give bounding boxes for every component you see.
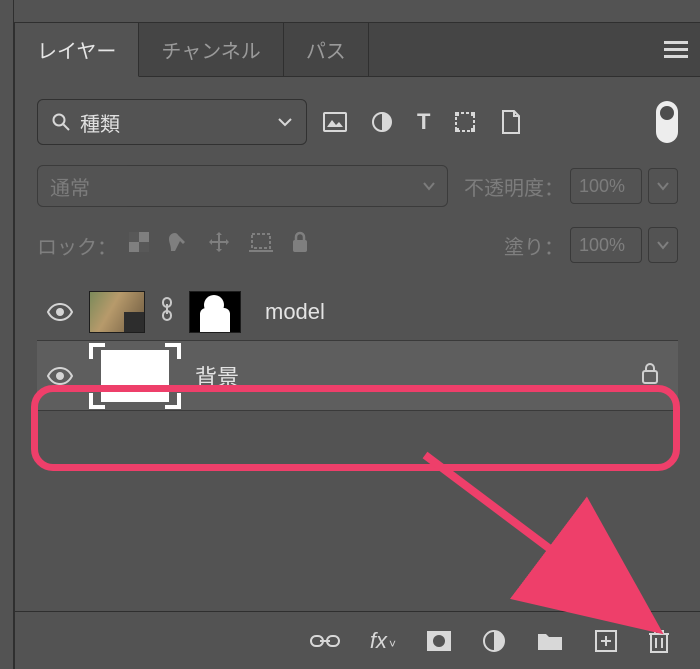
visibility-toggle[interactable] [45,303,75,321]
lock-transparent-icon[interactable] [129,232,149,258]
blend-mode-value: 通常 [50,172,90,201]
chevron-down-icon [278,117,292,127]
search-icon [52,113,70,131]
lock-label: ロック： [37,231,117,260]
new-group-button[interactable] [536,630,564,652]
layer-locked-icon[interactable] [640,361,660,391]
layer-mask-link-icon[interactable] [159,297,175,327]
lock-row: ロック： 塗り： 100% [37,227,678,263]
trash-icon [648,628,670,654]
layer-kind-filter[interactable]: 種類 [37,99,307,145]
filter-type-buttons: T [323,109,520,135]
folder-icon [536,630,564,652]
add-mask-button[interactable] [426,630,452,652]
eye-icon [47,303,73,321]
opacity-label: 不透明度： [464,172,564,201]
filter-type-icon[interactable]: T [417,109,430,135]
layer-thumbnail[interactable] [89,291,145,333]
mask-icon [426,630,452,652]
tab-layers[interactable]: レイヤー [15,23,139,77]
panel-menu-button[interactable] [652,23,700,76]
app-left-gutter [0,0,14,669]
fill-group: 塗り： 100% [504,227,678,263]
hamburger-icon [664,41,688,59]
layer-name-label[interactable]: model [265,299,325,325]
lock-position-icon[interactable] [207,230,231,260]
chevron-down-icon [657,182,669,191]
panel-body: 種類 T [15,77,700,411]
chain-link-icon [310,632,340,650]
layer-mask-thumbnail[interactable] [189,291,241,333]
layer-row-background[interactable]: 背景 [37,341,678,411]
filter-shape-icon[interactable] [454,111,476,133]
lock-buttons [129,230,309,260]
lock-image-icon[interactable] [167,231,189,259]
blend-row: 通常 不透明度： 100% [37,165,678,207]
filter-row: 種類 T [37,99,678,145]
filter-pixel-icon[interactable] [323,112,347,132]
adjustment-circle-icon [482,629,506,653]
new-layer-button[interactable] [594,629,618,653]
visibility-toggle[interactable] [45,367,75,385]
opacity-dropdown-button[interactable] [648,168,678,204]
fill-label: 塗り： [504,231,564,260]
opacity-group: 不透明度： 100% [464,168,678,204]
filter-toggle-switch[interactable] [656,101,678,143]
filter-adjustment-icon[interactable] [371,111,393,133]
plus-square-icon [594,629,618,653]
panel-tab-bar: レイヤー チャンネル パス [15,23,700,77]
link-layers-button[interactable] [310,632,340,650]
layer-name-label[interactable]: 背景 [195,360,239,392]
delete-layer-button[interactable] [648,628,670,654]
chevron-down-icon [423,182,435,191]
fill-dropdown-button[interactable] [648,227,678,263]
smartobject-badge-icon [124,312,145,333]
layer-thumbnail[interactable] [101,350,169,402]
layer-thumbnail-frame [89,343,181,409]
layer-list: model 背景 [37,283,678,411]
filter-smartobject-icon[interactable] [500,110,520,134]
layers-panel: レイヤー チャンネル パス 種類 [14,22,700,669]
eye-icon [47,367,73,385]
layers-panel-footer: fx˅ [15,611,700,669]
opacity-value-field[interactable]: 100% [570,168,642,204]
tab-channels[interactable]: チャンネル [139,23,283,76]
layer-fx-button[interactable]: fx˅ [370,628,396,654]
layer-row-model[interactable]: model [37,283,678,341]
lock-artboard-icon[interactable] [249,231,273,259]
tab-paths[interactable]: パス [284,23,369,76]
add-adjustment-button[interactable] [482,629,506,653]
lock-all-icon[interactable] [291,231,309,259]
blend-mode-select[interactable]: 通常 [37,165,448,207]
fill-value-field[interactable]: 100% [570,227,642,263]
layer-kind-filter-label: 種類 [80,108,268,137]
chevron-down-icon [657,241,669,250]
